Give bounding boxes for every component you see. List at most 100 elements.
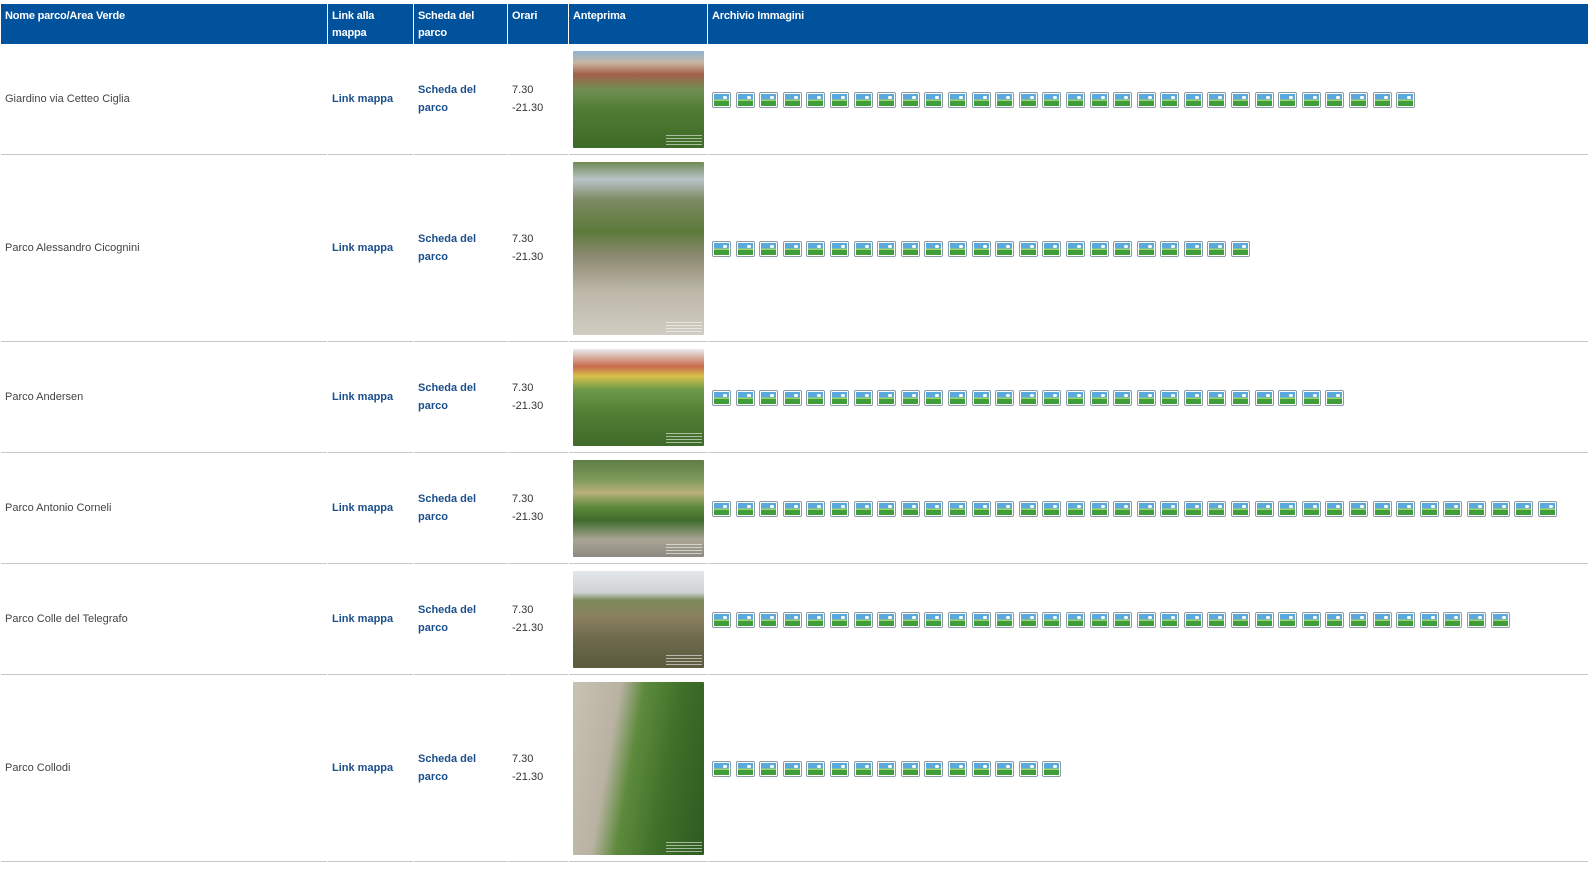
broken-image-icon[interactable] (1301, 611, 1321, 628)
broken-image-icon[interactable] (853, 611, 873, 628)
broken-image-icon[interactable] (1231, 91, 1251, 108)
broken-image-icon[interactable] (1443, 500, 1463, 517)
broken-image-icon[interactable] (1183, 389, 1203, 406)
broken-image-icon[interactable] (1254, 91, 1274, 108)
broken-image-icon[interactable] (1490, 500, 1510, 517)
broken-image-icon[interactable] (1396, 611, 1416, 628)
broken-image-icon[interactable] (759, 240, 779, 257)
broken-image-icon[interactable] (1207, 91, 1227, 108)
broken-image-icon[interactable] (1042, 760, 1062, 777)
broken-image-icon[interactable] (712, 500, 731, 517)
broken-image-icon[interactable] (1042, 389, 1062, 406)
broken-image-icon[interactable] (1160, 611, 1180, 628)
broken-image-icon[interactable] (1042, 91, 1062, 108)
broken-image-icon[interactable] (782, 389, 802, 406)
broken-image-icon[interactable] (1160, 389, 1180, 406)
broken-image-icon[interactable] (1419, 500, 1439, 517)
sheet-link[interactable]: Scheda del parco (418, 493, 476, 523)
broken-image-icon[interactable] (1325, 500, 1345, 517)
broken-image-icon[interactable] (1065, 389, 1085, 406)
broken-image-icon[interactable] (1065, 611, 1085, 628)
map-link[interactable]: Link mappa (332, 613, 393, 625)
broken-image-icon[interactable] (759, 91, 779, 108)
broken-image-icon[interactable] (1325, 91, 1345, 108)
broken-image-icon[interactable] (735, 240, 755, 257)
map-link[interactable]: Link mappa (332, 762, 393, 774)
broken-image-icon[interactable] (971, 389, 991, 406)
broken-image-icon[interactable] (782, 760, 802, 777)
broken-image-icon[interactable] (1278, 500, 1298, 517)
broken-image-icon[interactable] (995, 240, 1015, 257)
preview-thumbnail[interactable] (573, 162, 704, 335)
broken-image-icon[interactable] (1065, 240, 1085, 257)
broken-image-icon[interactable] (1183, 91, 1203, 108)
broken-image-icon[interactable] (1160, 91, 1180, 108)
map-link[interactable]: Link mappa (332, 242, 393, 254)
broken-image-icon[interactable] (1467, 500, 1486, 517)
broken-image-icon[interactable] (829, 240, 849, 257)
broken-image-icon[interactable] (829, 760, 849, 777)
broken-image-icon[interactable] (712, 91, 731, 108)
broken-image-icon[interactable] (900, 389, 920, 406)
broken-image-icon[interactable] (1254, 611, 1274, 628)
broken-image-icon[interactable] (1301, 500, 1321, 517)
broken-image-icon[interactable] (877, 389, 897, 406)
broken-image-icon[interactable] (712, 760, 731, 777)
broken-image-icon[interactable] (1113, 240, 1133, 257)
broken-image-icon[interactable] (1018, 240, 1038, 257)
broken-image-icon[interactable] (1372, 611, 1392, 628)
broken-image-icon[interactable] (900, 760, 920, 777)
broken-image-icon[interactable] (1183, 611, 1203, 628)
broken-image-icon[interactable] (1467, 611, 1486, 628)
broken-image-icon[interactable] (782, 240, 802, 257)
broken-image-icon[interactable] (1136, 240, 1156, 257)
broken-image-icon[interactable] (947, 91, 967, 108)
broken-image-icon[interactable] (735, 500, 755, 517)
broken-image-icon[interactable] (759, 389, 779, 406)
broken-image-icon[interactable] (829, 500, 849, 517)
broken-image-icon[interactable] (924, 389, 944, 406)
broken-image-icon[interactable] (924, 91, 944, 108)
broken-image-icon[interactable] (900, 611, 920, 628)
broken-image-icon[interactable] (1278, 611, 1298, 628)
sheet-link[interactable]: Scheda del parco (418, 84, 476, 114)
broken-image-icon[interactable] (1018, 389, 1038, 406)
preview-thumbnail[interactable] (573, 460, 704, 557)
broken-image-icon[interactable] (971, 760, 991, 777)
broken-image-icon[interactable] (995, 500, 1015, 517)
broken-image-icon[interactable] (1514, 500, 1534, 517)
broken-image-icon[interactable] (1349, 91, 1369, 108)
broken-image-icon[interactable] (947, 500, 967, 517)
broken-image-icon[interactable] (759, 611, 779, 628)
broken-image-icon[interactable] (1490, 611, 1510, 628)
broken-image-icon[interactable] (1136, 500, 1156, 517)
broken-image-icon[interactable] (1254, 500, 1274, 517)
broken-image-icon[interactable] (1254, 389, 1274, 406)
broken-image-icon[interactable] (735, 389, 755, 406)
broken-image-icon[interactable] (877, 91, 897, 108)
broken-image-icon[interactable] (1089, 500, 1109, 517)
broken-image-icon[interactable] (1231, 389, 1251, 406)
broken-image-icon[interactable] (995, 389, 1015, 406)
broken-image-icon[interactable] (924, 500, 944, 517)
broken-image-icon[interactable] (782, 500, 802, 517)
broken-image-icon[interactable] (1419, 611, 1439, 628)
broken-image-icon[interactable] (1231, 611, 1251, 628)
broken-image-icon[interactable] (1136, 389, 1156, 406)
broken-image-icon[interactable] (947, 611, 967, 628)
broken-image-icon[interactable] (782, 91, 802, 108)
broken-image-icon[interactable] (853, 389, 873, 406)
broken-image-icon[interactable] (1396, 500, 1416, 517)
broken-image-icon[interactable] (806, 500, 826, 517)
broken-image-icon[interactable] (877, 500, 897, 517)
map-link[interactable]: Link mappa (332, 502, 393, 514)
broken-image-icon[interactable] (759, 500, 779, 517)
broken-image-icon[interactable] (712, 240, 731, 257)
broken-image-icon[interactable] (1042, 500, 1062, 517)
broken-image-icon[interactable] (947, 240, 967, 257)
broken-image-icon[interactable] (1231, 500, 1251, 517)
broken-image-icon[interactable] (995, 760, 1015, 777)
broken-image-icon[interactable] (1349, 611, 1369, 628)
preview-thumbnail[interactable] (573, 51, 704, 148)
broken-image-icon[interactable] (1372, 500, 1392, 517)
